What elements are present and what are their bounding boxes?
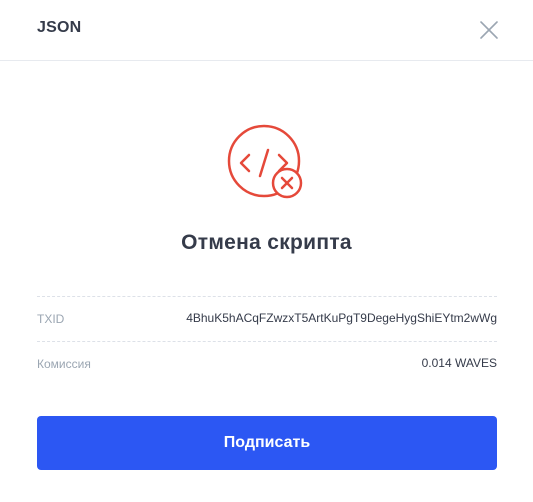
close-button[interactable]: [478, 19, 500, 41]
txid-value: 4BhuK5hACqFZwzxT5ArtKuPgT9DegeHygShiEYtm…: [186, 311, 497, 325]
sign-button[interactable]: Подписать: [37, 416, 497, 470]
modal-header: JSON: [0, 0, 533, 61]
fee-value: 0.014 WAVES: [421, 356, 497, 370]
close-icon: [480, 21, 498, 39]
script-cancel-icon: [225, 124, 303, 200]
fee-label: Комиссия: [37, 357, 91, 371]
transaction-title: Отмена скрипта: [181, 231, 352, 254]
txid-row: TXID 4BhuK5hACqFZwzxT5ArtKuPgT9DegeHygSh…: [37, 296, 497, 341]
modal-title: JSON: [37, 19, 82, 36]
fee-row: Комиссия 0.014 WAVES: [37, 341, 497, 386]
transaction-modal: JSON Отмена скрипта TXID 4BhuK5hACqFZwzx…: [0, 0, 533, 502]
txid-label: TXID: [37, 312, 65, 326]
